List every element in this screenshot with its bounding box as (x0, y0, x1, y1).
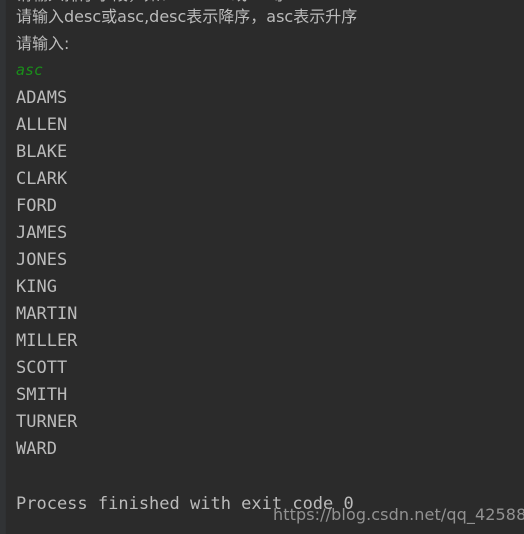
console-result-row: BLAKE (16, 142, 68, 162)
csdn-watermark: https://blog.csdn.net/qq_42588990 (273, 505, 524, 524)
console-result-row: CLARK (16, 169, 68, 189)
console-output-area[interactable]: 请输入排序字段，如：ename或sal等 请输入desc或asc,desc表示降… (0, 0, 524, 534)
console-result-row: FORD (16, 196, 57, 216)
console-result-row: WARD (16, 439, 57, 459)
console-line-prompt: 请输入desc或asc,desc表示降序，asc表示升序 (16, 7, 358, 26)
console-result-row: ADAMS (16, 88, 68, 108)
console-result-row: JONES (16, 250, 68, 270)
console-line-user-input: asc (16, 61, 44, 79)
console-result-row: JAMES (16, 223, 68, 243)
console-result-row: TURNER (16, 412, 78, 432)
console-result-row: MILLER (16, 331, 78, 351)
console-result-row: KING (16, 277, 57, 297)
console-result-row: SMITH (16, 385, 68, 405)
console-result-row: MARTIN (16, 304, 78, 324)
console-result-row: ALLEN (16, 115, 68, 135)
console-result-row: SCOTT (16, 358, 68, 378)
console-line-input-label: 请输入: (16, 34, 70, 53)
run-console-window: 请输入排序字段，如：ename或sal等 请输入desc或asc,desc表示降… (0, 0, 524, 534)
